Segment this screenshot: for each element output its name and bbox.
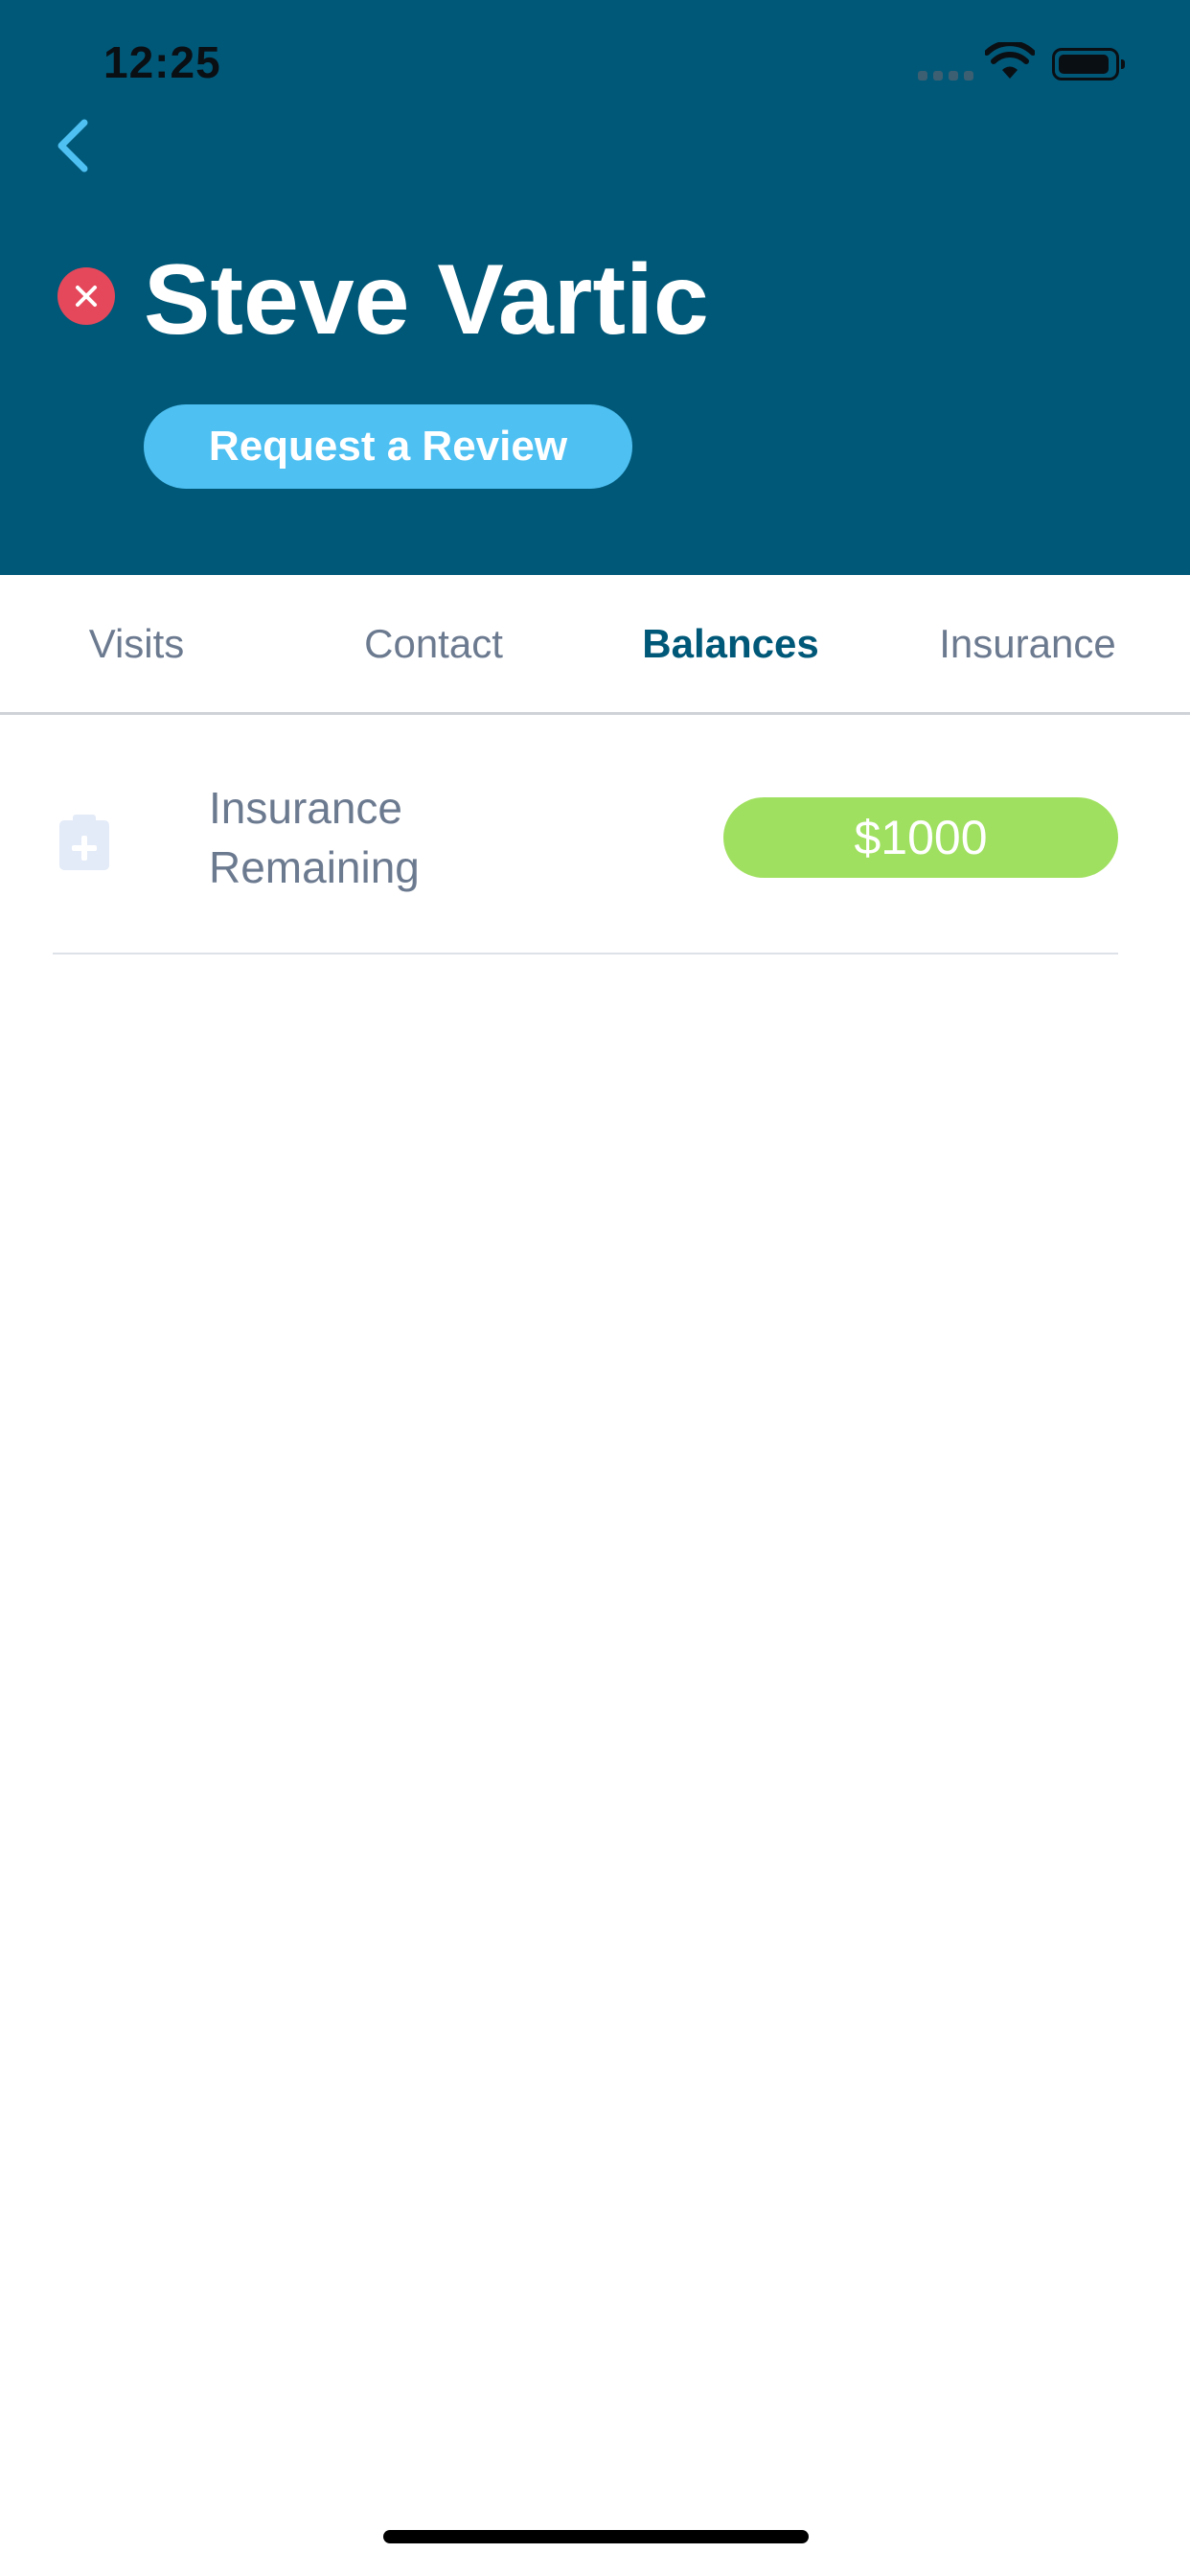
balance-amount-badge: $1000 xyxy=(723,797,1118,878)
tab-contact[interactable]: Contact xyxy=(326,575,541,712)
tab-bar: Visits Contact Balances Insurance xyxy=(0,575,1190,715)
request-review-button[interactable]: Request a Review xyxy=(144,404,632,489)
cellular-signal-icon xyxy=(918,71,973,80)
balance-row-insurance-remaining: Insurance Remaining $1000 xyxy=(53,715,1118,954)
patient-balances-screen: 12:25 Steve Vartic Request a Review Visi… xyxy=(0,0,1190,2576)
balance-label-line2: Remaining xyxy=(209,842,420,892)
clipboard-plus-icon xyxy=(59,815,109,870)
home-indicator[interactable] xyxy=(383,2530,809,2543)
tab-insurance[interactable]: Insurance xyxy=(920,575,1135,712)
header: 12:25 Steve Vartic Request a Review xyxy=(0,0,1190,575)
balance-label: Insurance Remaining xyxy=(209,778,496,897)
status-close-icon[interactable] xyxy=(57,267,115,325)
tab-visits[interactable]: Visits xyxy=(29,575,244,712)
back-chevron-icon[interactable] xyxy=(48,115,96,176)
tab-balances[interactable]: Balances xyxy=(623,575,838,712)
wifi-icon xyxy=(985,42,1035,79)
status-time: 12:25 xyxy=(103,37,221,87)
balance-label-line1: Insurance xyxy=(209,783,403,833)
patient-name: Steve Vartic xyxy=(144,244,709,356)
battery-icon xyxy=(1052,48,1125,80)
